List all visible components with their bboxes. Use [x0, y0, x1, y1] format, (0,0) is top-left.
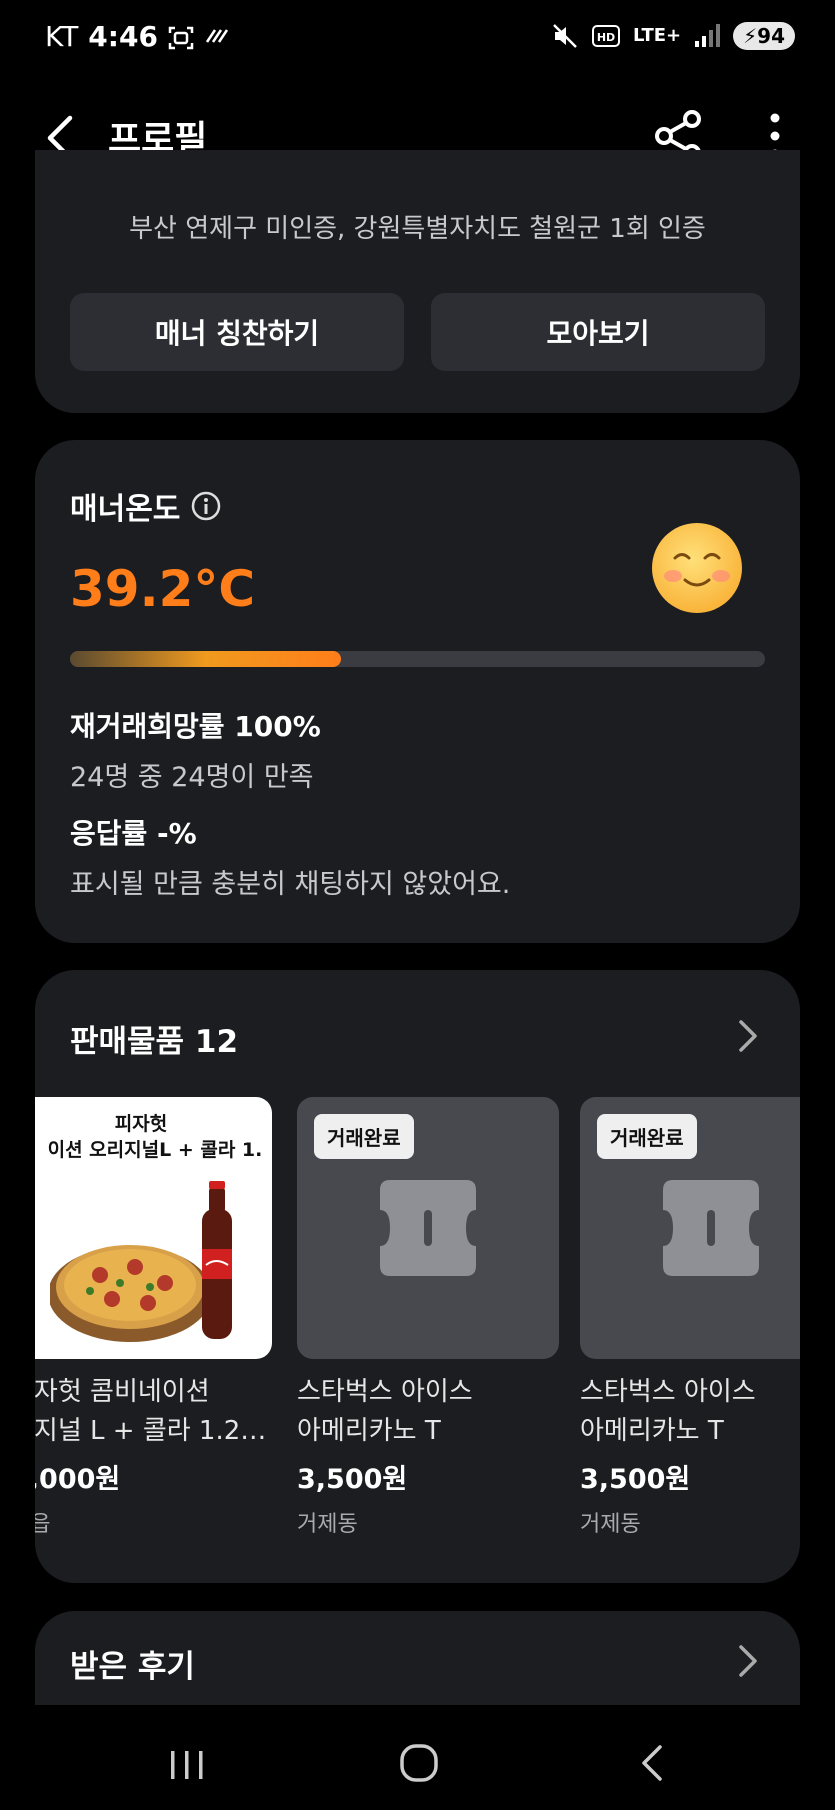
item-name-line-1: 피자헛 콤비네이션 — [35, 1377, 210, 1407]
item-price: 3,500원 — [580, 1464, 691, 1495]
screenshot-icon — [168, 26, 194, 50]
pizza-image — [50, 1181, 232, 1342]
item-price: 3,500원 — [297, 1464, 408, 1495]
svg-text:HD: HD — [597, 31, 615, 44]
home-icon[interactable] — [397, 1741, 441, 1785]
sales-title[interactable]: 판매물품 12 — [70, 1016, 238, 1061]
carrier-name: KT — [45, 20, 79, 53]
item-name-line-1: 스타벅스 아이스 — [580, 1377, 756, 1407]
system-back-icon[interactable] — [632, 1741, 672, 1785]
list-item[interactable]: 피자헛 이션 오리지널L + 콜라 1. 자헛 콤비네이션 리지널 L + 콜라… — [35, 1097, 272, 1537]
item-name-line-2: 아메리카노 T — [580, 1416, 724, 1446]
thumb-caption-2: 이션 오리지널L + 콜라 1. — [47, 1139, 263, 1161]
manner-title: 매너온도 — [70, 492, 181, 527]
signal-icon — [695, 24, 721, 47]
trade-complete-badge: 거래완료 — [597, 1114, 697, 1159]
manner-temperature-card: 매너온도 39.2°C 재거래희망률 100% 24명 중 24명이 만족 응답… — [35, 440, 800, 943]
trade-complete-badge: 거래완료 — [314, 1114, 414, 1159]
manner-title-row: 매너온도 — [70, 484, 222, 528]
list-item[interactable]: 거래완료 스타벅스 아이스 아메리카노 T 3,500원 거제동 — [580, 1097, 800, 1537]
list-item[interactable]: 거래완료 스타벅스 아이스 아메리카노 T 3,500원 거제동 — [297, 1097, 559, 1537]
profile-verification-card: 부산 연제구 미인증, 강원특별자치도 철원군 1회 인증 매너 칭찬하기 모아… — [35, 150, 800, 413]
recent-apps-icon[interactable] — [165, 1745, 209, 1785]
praise-manner-button[interactable]: 매너 칭찬하기 — [70, 293, 404, 371]
item-thumbnail: 거래완료 — [297, 1097, 559, 1359]
battery-icon: ⚡ — [743, 24, 758, 48]
item-name-line-2: 리지널 L + 콜라 1.2… — [35, 1416, 267, 1446]
item-name-line-2: 아메리카노 T — [297, 1416, 441, 1446]
item-price: 6,000원 — [35, 1464, 121, 1495]
battery-level: 94 — [757, 24, 785, 48]
network-type: LTE+ — [632, 25, 682, 46]
status-right: HD LTE+ ⚡94 — [551, 22, 795, 50]
battery-indicator: ⚡94 — [733, 22, 795, 50]
chevron-right-icon[interactable] — [733, 1016, 761, 1056]
smiling-face-icon — [652, 523, 742, 613]
system-navigation-bar — [0, 1705, 835, 1810]
collection-button[interactable]: 모아보기 — [431, 293, 765, 371]
status-clock: KT 4:46 — [45, 20, 158, 53]
sales-items-card: 판매물품 12 피자헛 이션 오리지널L + 콜라 1. 자헛 콤비네이션 리지… — [35, 970, 800, 1583]
response-rate-label: 응답률 -% — [70, 817, 197, 850]
item-thumbnail: 거래완료 — [580, 1097, 800, 1359]
item-thumbnail: 피자헛 이션 오리지널L + 콜라 1. — [35, 1097, 272, 1359]
retrade-rate-detail: 24명 중 24명이 만족 — [70, 762, 314, 793]
thumb-caption-1: 피자헛 — [114, 1113, 168, 1135]
chevron-right-icon[interactable] — [733, 1641, 761, 1681]
mute-icon — [553, 24, 577, 48]
item-location: 거제동 — [580, 1512, 641, 1537]
sales-items-carousel: 피자헛 이션 오리지널L + 콜라 1. 자헛 콤비네이션 리지널 L + 콜라… — [35, 1097, 800, 1537]
info-icon[interactable] — [190, 490, 222, 522]
hd-call-icon: HD — [591, 25, 620, 47]
ticket-placeholder-icon — [380, 1180, 476, 1276]
location-verification-text: 부산 연제구 미인증, 강원특별자치도 철원군 1회 인증 — [129, 214, 706, 244]
reviews-title[interactable]: 받은 후기 — [70, 1641, 195, 1686]
retrade-rate-label: 재거래희망률 100% — [70, 710, 321, 743]
item-location: 말읍 — [35, 1512, 51, 1537]
status-bar: KT 4:46 HD LTE+ ⚡94 — [0, 0, 835, 80]
ticket-placeholder-icon — [663, 1180, 759, 1276]
item-location: 거제동 — [297, 1512, 358, 1537]
response-rate-detail: 표시될 만큼 충분히 채팅하지 않았어요. — [70, 869, 511, 900]
manner-progress-fill — [70, 651, 342, 667]
manner-progress-bar — [70, 651, 765, 667]
item-name-line-1: 스타벅스 아이스 — [297, 1377, 473, 1407]
status-time: 4:46 — [88, 20, 158, 53]
manner-temperature-value: 39.2°C — [70, 560, 256, 618]
data-activity-icon — [205, 29, 229, 43]
